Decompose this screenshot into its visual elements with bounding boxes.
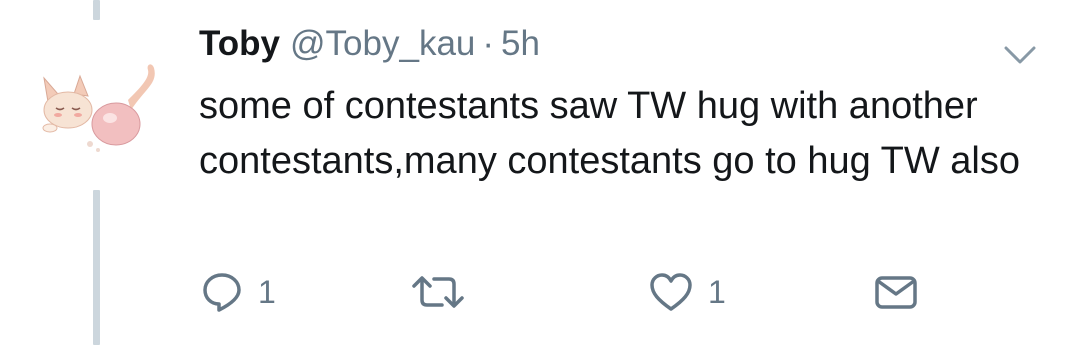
avatar-cat-illustration [42, 64, 155, 152]
like-button[interactable]: 1 [648, 262, 726, 322]
chevron-down-icon [1004, 46, 1036, 64]
separator-dot: · [482, 24, 495, 63]
tweet-menu-button[interactable] [1000, 40, 1040, 70]
direct-message-button[interactable] [872, 262, 920, 322]
avatar[interactable] [36, 58, 160, 158]
tweet-text: some of contestants saw TW hug with anot… [199, 85, 1020, 182]
reply-button[interactable]: 1 [200, 262, 276, 322]
display-name[interactable]: Toby [199, 24, 280, 64]
retweet-icon [412, 276, 464, 308]
speech-bubble-icon [203, 273, 241, 312]
thread-line-top [93, 0, 100, 20]
like-count: 1 [708, 273, 726, 310]
timestamp[interactable]: 5h [501, 24, 540, 64]
user-handle[interactable]: @Toby_kau [290, 24, 475, 64]
tweet-header: Toby @Toby_kau · 5h [199, 24, 540, 74]
retweet-button[interactable] [408, 262, 468, 322]
heart-icon [650, 273, 692, 311]
envelope-icon [875, 276, 917, 309]
reply-count: 1 [258, 273, 276, 310]
tweet-actions: 1 1 [0, 262, 1068, 322]
